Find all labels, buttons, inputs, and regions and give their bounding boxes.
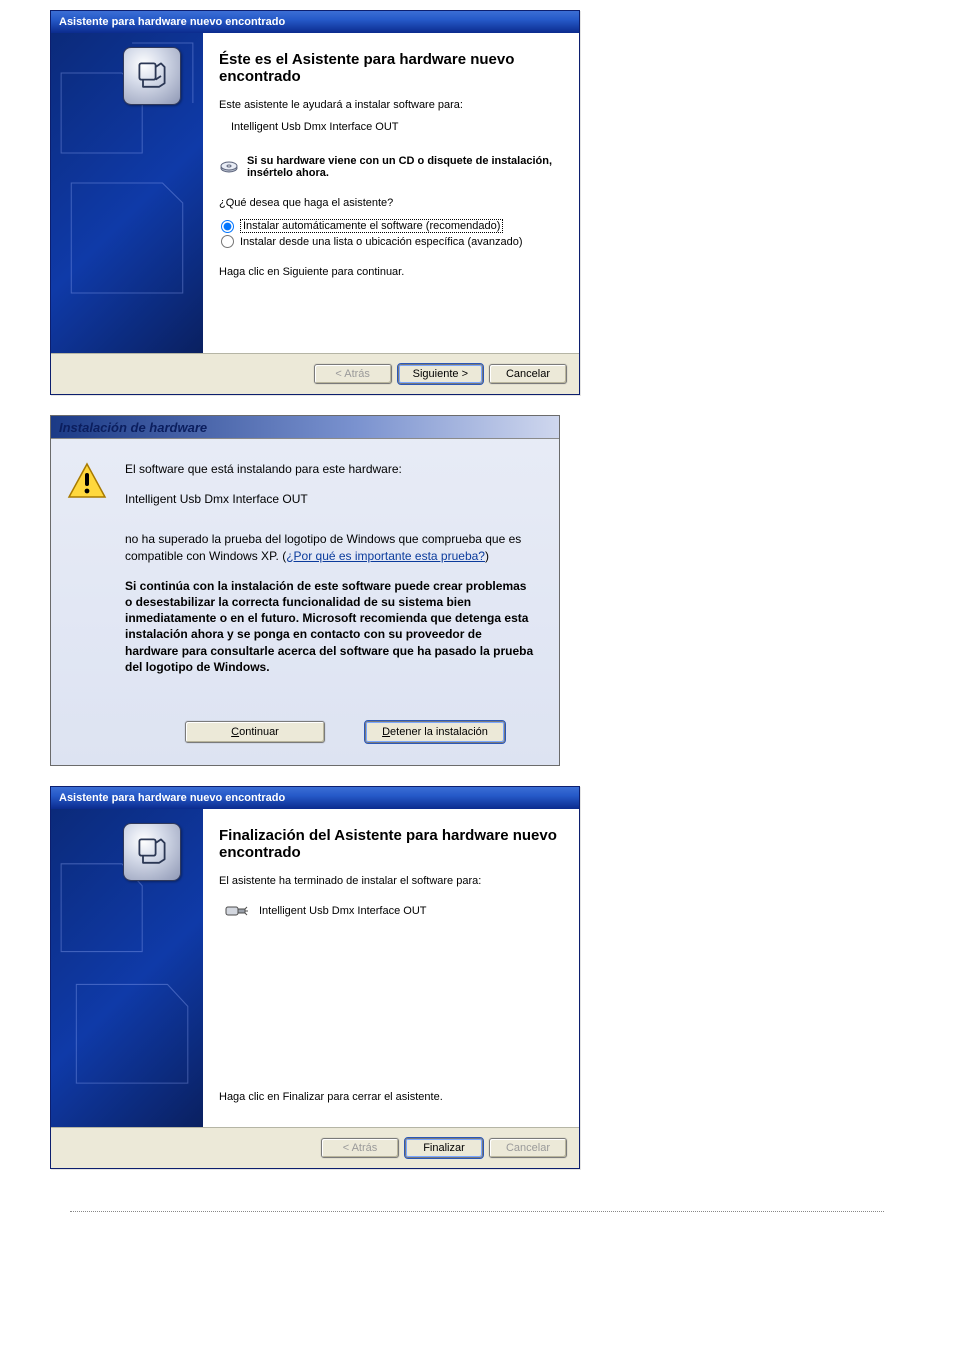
wizard-dialog-3: Asistente para hardware nuevo encontrado	[50, 786, 580, 1169]
cd-icon	[219, 155, 239, 175]
cd-hint: Si su hardware viene con un CD o disquet…	[247, 155, 557, 179]
hardware-warning-dialog: Instalación de hardware El software que …	[50, 415, 560, 766]
radio-auto-input[interactable]	[221, 220, 234, 233]
radio-list[interactable]: Instalar desde una lista o ubicación esp…	[221, 235, 557, 248]
finish-button[interactable]: Finalizar	[405, 1138, 483, 1158]
cancel-button: Cancelar	[489, 1138, 567, 1158]
page-divider	[70, 1211, 884, 1212]
button-row: < Atrás Siguiente > Cancelar	[51, 353, 579, 394]
device-name: Intelligent Usb Dmx Interface OUT	[219, 121, 557, 133]
next-button[interactable]: Siguiente >	[398, 364, 483, 384]
wizard-side-panel	[51, 33, 203, 353]
title-text: Asistente para hardware nuevo encontrado	[59, 792, 285, 804]
cancel-button[interactable]: Cancelar	[489, 364, 567, 384]
why-link[interactable]: ¿Por qué es importante esta prueba?	[286, 549, 485, 563]
wizard-dialog-1: Asistente para hardware nuevo encontrado	[50, 10, 580, 395]
continue-button[interactable]: Continuar	[185, 721, 325, 743]
back-button: < Atrás	[321, 1138, 399, 1158]
back-button: < Atrás	[314, 364, 392, 384]
title-text: Asistente para hardware nuevo encontrado	[59, 16, 285, 28]
warn-compat: no ha superado la prueba del logotipo de…	[125, 531, 537, 563]
warning-icon	[67, 461, 107, 501]
wizard-prompt: ¿Qué desea que haga el asistente?	[219, 197, 557, 209]
titlebar[interactable]: Instalación de hardware	[51, 416, 559, 439]
wizard-side-panel	[51, 809, 203, 1127]
usb-icon	[225, 903, 249, 919]
wizard-logo-icon	[123, 823, 181, 881]
stop-button[interactable]: Detener la instalación	[365, 721, 505, 743]
wizard-heading: Finalización del Asistente para hardware…	[219, 827, 557, 861]
radio-list-label: Instalar desde una lista o ubicación esp…	[240, 236, 523, 248]
titlebar[interactable]: Asistente para hardware nuevo encontrado	[51, 11, 579, 33]
wizard-intro: Este asistente le ayudará a instalar sof…	[219, 99, 557, 111]
warn-line1: El software que está instalando para est…	[125, 461, 537, 477]
continue-hint: Haga clic en Siguiente para continuar.	[219, 266, 557, 278]
device-name: Intelligent Usb Dmx Interface OUT	[125, 491, 537, 507]
radio-auto-label: Instalar automáticamente el software (re…	[240, 219, 503, 233]
wizard-logo-icon	[123, 47, 181, 105]
button-row: Continuar Detener la instalación	[51, 699, 559, 765]
warn-strong: Si continúa con la instalación de este s…	[125, 578, 537, 675]
wizard-intro: El asistente ha terminado de instalar el…	[219, 875, 557, 887]
titlebar[interactable]: Asistente para hardware nuevo encontrado	[51, 787, 579, 809]
button-row: < Atrás Finalizar Cancelar	[51, 1127, 579, 1168]
close-hint: Haga clic en Finalizar para cerrar el as…	[219, 1091, 557, 1103]
radio-list-input[interactable]	[221, 235, 234, 248]
title-text: Instalación de hardware	[59, 420, 207, 435]
wizard-heading: Éste es el Asistente para hardware nuevo…	[219, 51, 557, 85]
radio-auto[interactable]: Instalar automáticamente el software (re…	[221, 219, 557, 233]
device-name: Intelligent Usb Dmx Interface OUT	[259, 905, 427, 917]
